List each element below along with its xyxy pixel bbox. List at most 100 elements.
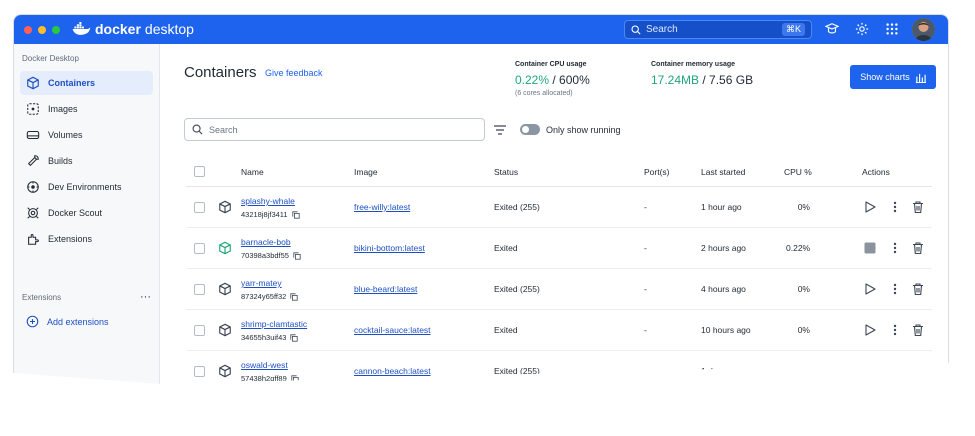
stop-icon (864, 242, 876, 254)
row-checkbox[interactable] (194, 366, 205, 377)
container-icon (27, 76, 39, 90)
trash-icon[interactable] (911, 241, 925, 255)
more-vertical-icon[interactable] (888, 282, 902, 296)
close-window-button[interactable] (24, 26, 32, 34)
containers-table: Name Image Status Port(s) Last started C… (186, 157, 932, 392)
maximize-window-button[interactable] (52, 26, 60, 34)
image-link[interactable]: bikini-bottom:latest (354, 243, 425, 253)
container-icon (219, 323, 231, 337)
copy-icon[interactable] (290, 333, 299, 342)
container-ports: - (644, 325, 647, 335)
minimize-window-button[interactable] (38, 26, 46, 34)
settings-gear-icon[interactable] (854, 21, 870, 37)
sidebar-item-label: Containers (48, 78, 96, 88)
sidebar-item-images[interactable]: Images (20, 97, 153, 121)
play-icon (865, 324, 876, 336)
column-header-cpu[interactable]: CPU % (784, 167, 812, 177)
more-vertical-icon[interactable] (888, 200, 902, 214)
container-last-started: 1 hour ago (701, 202, 742, 212)
container-id-text: 70398a3bdf55 (241, 251, 289, 260)
trash-icon[interactable] (911, 282, 925, 296)
container-icon (219, 241, 231, 255)
give-feedback-link[interactable]: Give feedback (265, 68, 323, 78)
sidebar-item-label: Extensions (48, 234, 93, 244)
row-checkbox[interactable] (194, 202, 205, 213)
row-checkbox[interactable] (194, 325, 205, 336)
copy-icon[interactable] (293, 251, 301, 260)
start-action[interactable] (863, 323, 877, 337)
sidebar-item-dev-environments[interactable]: Dev Environments (20, 175, 153, 199)
table-body: splashy-whale 43218j8jf3411 free-willy:l… (186, 187, 932, 392)
copy-icon[interactable] (291, 210, 300, 219)
image-link[interactable]: cannon-beach:latest (354, 366, 431, 376)
global-search-input[interactable]: Search ⌘K (624, 20, 812, 39)
sidebar-item-label: Docker Scout (48, 208, 103, 218)
start-action[interactable] (863, 282, 877, 296)
apps-grid-icon[interactable] (884, 21, 900, 37)
container-ports: - (644, 243, 647, 253)
window-controls (24, 26, 60, 34)
table-header: Name Image Status Port(s) Last started C… (186, 157, 932, 187)
trash-icon[interactable] (911, 323, 925, 337)
more-vertical-icon[interactable] (888, 323, 902, 337)
sidebar-item-builds[interactable]: Builds (20, 149, 153, 173)
search-icon (192, 124, 203, 135)
add-extensions-button[interactable]: Add extensions (14, 315, 159, 328)
row-checkbox[interactable] (194, 284, 205, 295)
image-link[interactable]: cocktail-sauce:latest (354, 325, 431, 335)
cpu-usage-separator: / (549, 73, 560, 87)
container-name-link[interactable]: shrimp-clamtastic (241, 319, 307, 329)
docker-scout-icon (27, 207, 39, 219)
start-action[interactable] (863, 200, 877, 214)
sidebar-item-extensions[interactable]: Extensions (20, 227, 153, 251)
container-name-link[interactable]: splashy-whale (241, 196, 295, 206)
sidebar-item-label: Dev Environments (48, 182, 122, 192)
cpu-usage-label: Container CPU usage (515, 61, 587, 68)
sidebar-item-docker-scout[interactable]: Docker Scout (20, 201, 153, 225)
column-header-ports[interactable]: Port(s) (644, 167, 670, 177)
row-checkbox[interactable] (194, 243, 205, 254)
cpu-usage-value: 0.22% / 600% (515, 73, 590, 87)
copy-icon[interactable] (290, 292, 298, 301)
container-name-link[interactable]: barnacle-bob (241, 237, 291, 247)
select-all-checkbox[interactable] (194, 166, 205, 177)
docker-whale-icon (72, 22, 91, 35)
only-running-label: Only show running (546, 124, 621, 135)
table-row: shrimp-clamtastic 34655h3uif43 cocktail-… (186, 310, 932, 351)
column-header-image[interactable]: Image (354, 167, 378, 177)
more-vertical-icon[interactable] (888, 241, 902, 255)
sidebar-item-containers[interactable]: Containers (20, 71, 153, 95)
sidebar-section-title: Docker Desktop (22, 54, 79, 63)
show-charts-button[interactable]: Show charts (850, 65, 936, 89)
container-cpu: 0% (797, 325, 810, 335)
filter-icon[interactable] (493, 123, 507, 137)
extensions-section: Extensions ··· (14, 291, 159, 303)
table-row: splashy-whale 43218j8jf3411 free-willy:l… (186, 187, 932, 228)
stop-action[interactable] (863, 241, 877, 255)
sidebar-item-volumes[interactable]: Volumes (20, 123, 153, 147)
only-running-toggle[interactable] (520, 124, 540, 135)
user-avatar[interactable] (912, 18, 935, 41)
trash-icon[interactable] (911, 200, 925, 214)
container-cpu: 0% (797, 202, 810, 212)
table-row: barnacle-bob 70398a3bdf55 bikini-bottom:… (186, 228, 932, 269)
image-link[interactable]: blue-beard:latest (354, 284, 417, 294)
dev-environments-icon (27, 181, 39, 193)
title-bar: docker desktop Search ⌘K (14, 15, 948, 44)
column-header-status[interactable]: Status (494, 167, 518, 177)
column-header-last-started[interactable]: Last started (701, 167, 745, 177)
container-search-input[interactable]: Search (184, 118, 485, 141)
play-icon (865, 201, 876, 213)
column-header-name[interactable]: Name (241, 167, 264, 177)
extensions-more-icon[interactable]: ··· (140, 291, 151, 303)
memory-usage-total: 7.56 GB (709, 73, 754, 87)
show-charts-label: Show charts (860, 72, 910, 82)
container-id-text: 34655h3uif43 (241, 333, 287, 342)
global-search-placeholder: Search (646, 24, 678, 35)
container-name-link[interactable]: yarr-matey (241, 278, 282, 288)
image-link[interactable]: free-willy:latest (354, 202, 410, 212)
learning-center-icon[interactable] (824, 21, 840, 37)
titlebar-actions (824, 21, 900, 37)
container-name-link[interactable]: oswald-west (241, 360, 288, 370)
sidebar-item-label: Builds (48, 156, 73, 166)
